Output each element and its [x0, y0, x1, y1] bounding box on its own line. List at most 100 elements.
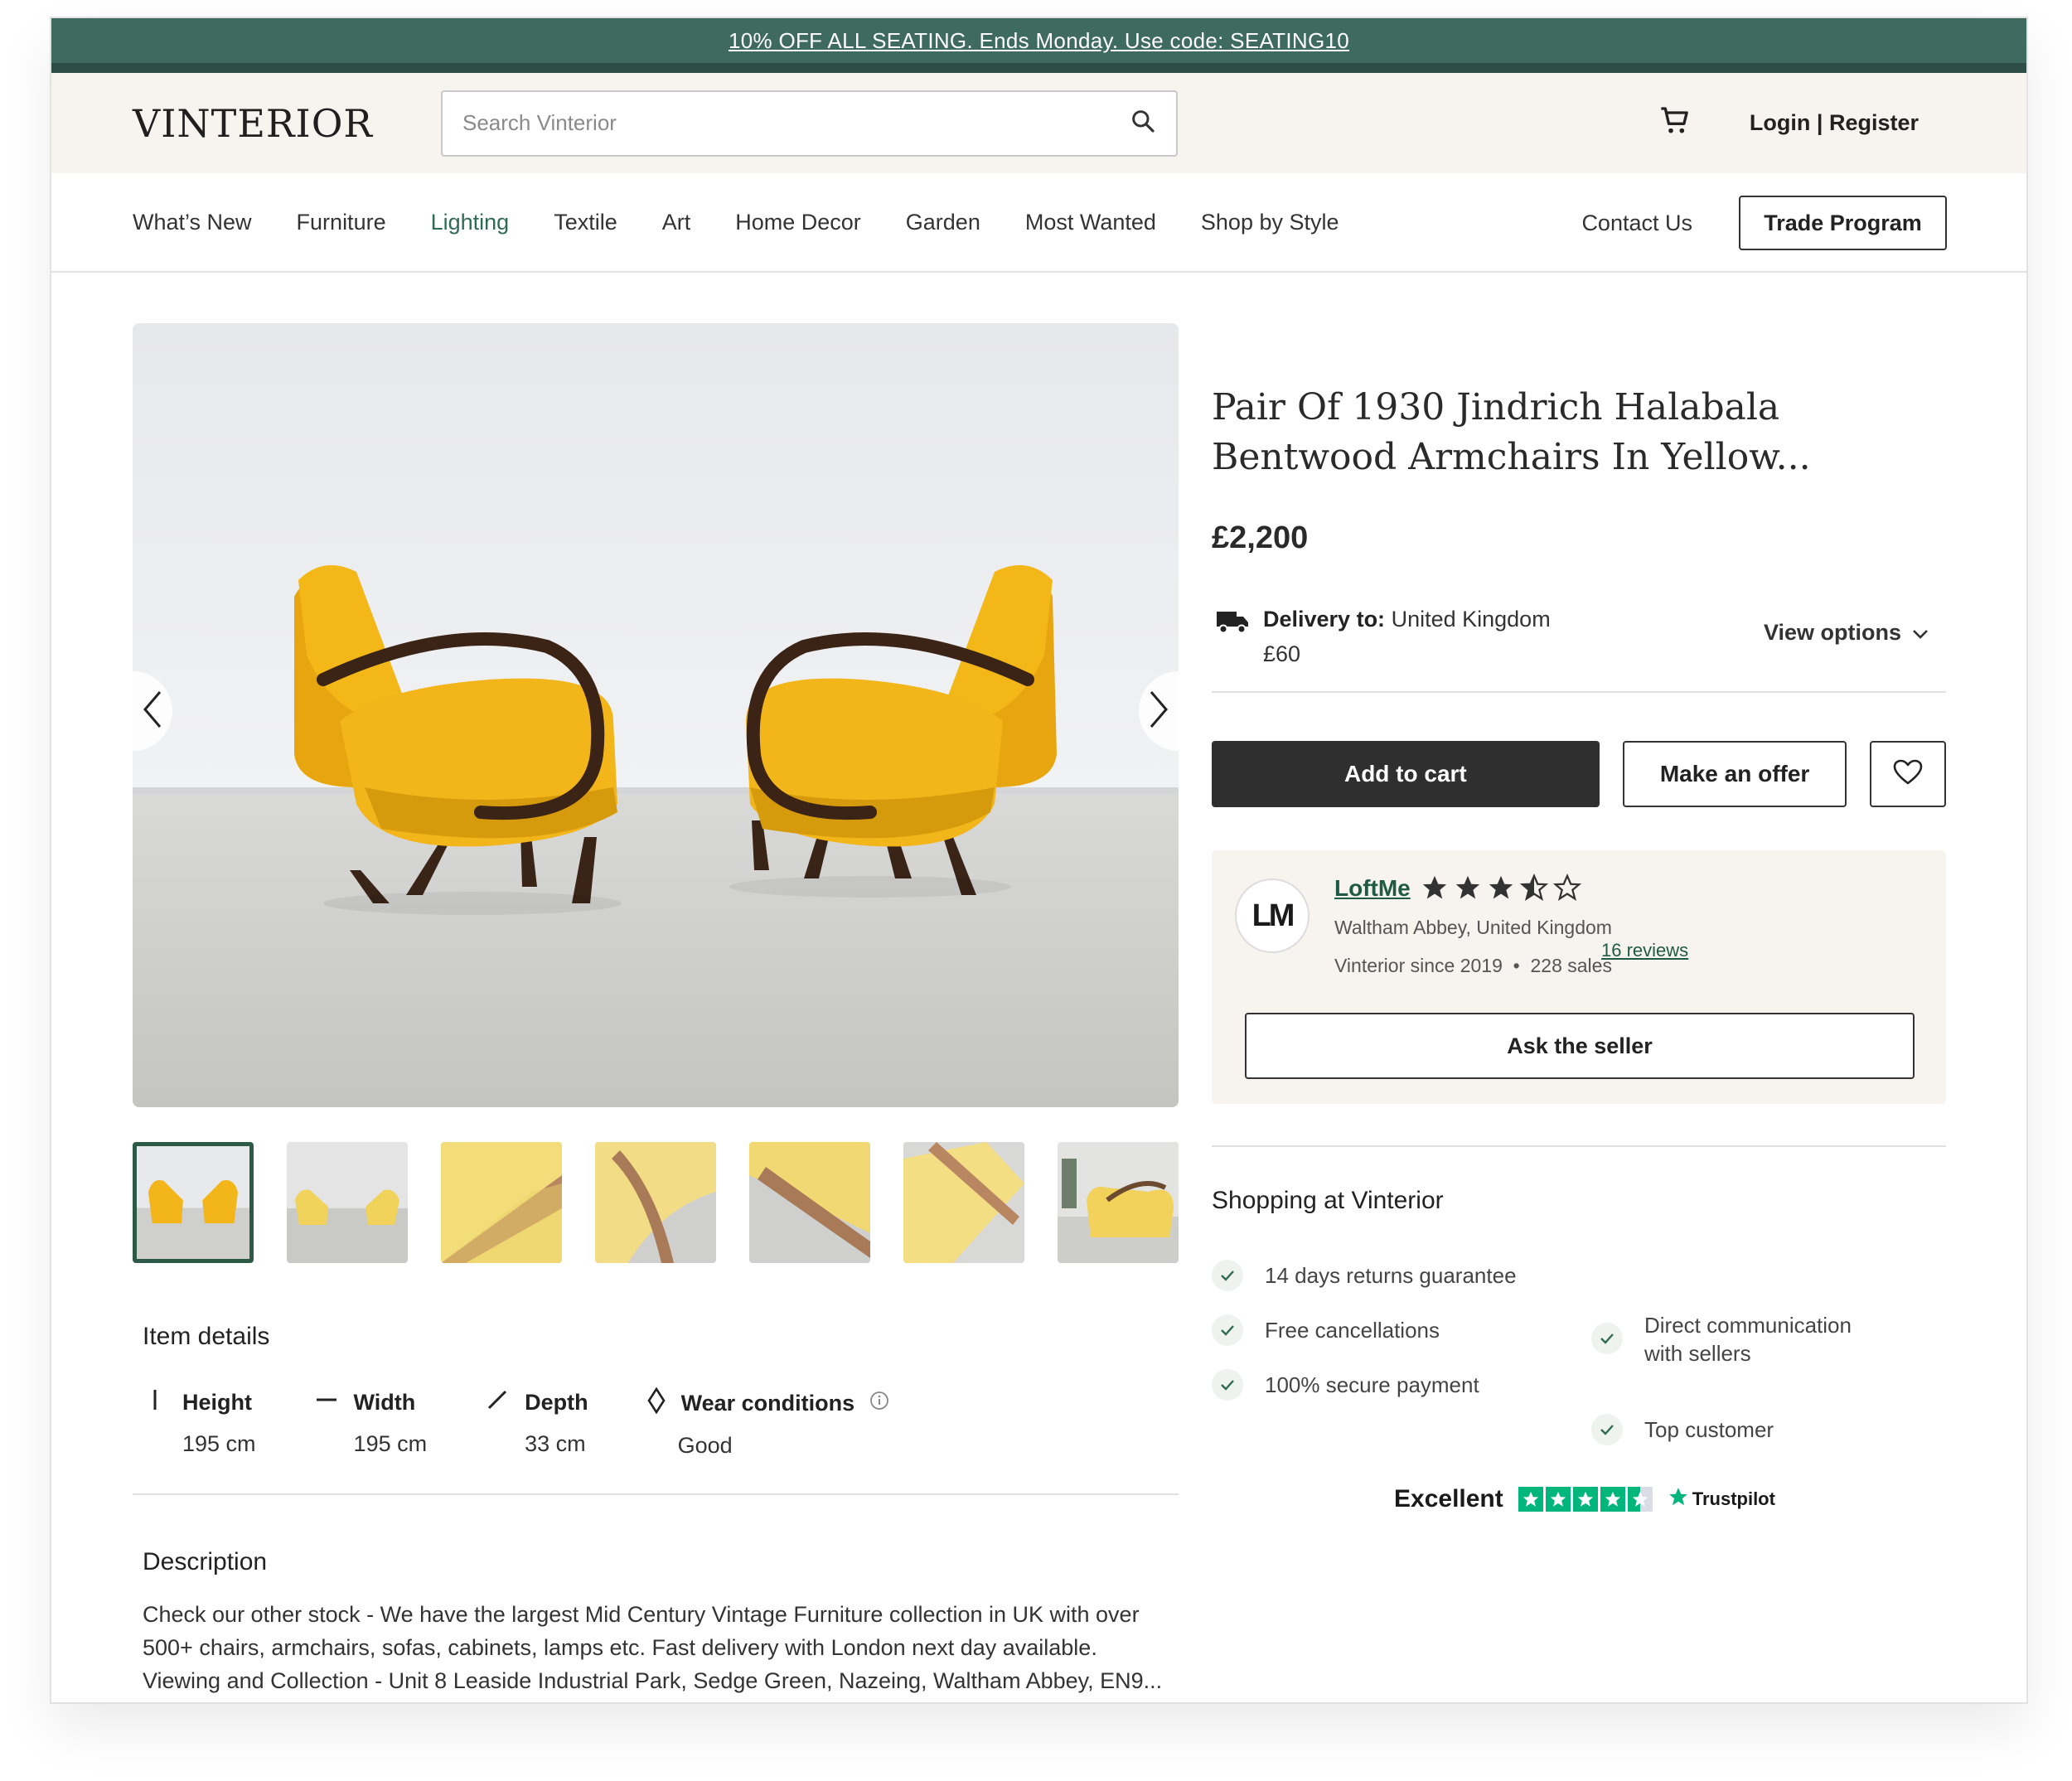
- star-half-icon: [1519, 873, 1549, 906]
- detail-height: Height 195 cm: [143, 1387, 256, 1459]
- delivery-info: Delivery to: United Kingdom £60 View opt…: [1212, 602, 1946, 693]
- details-divider: [133, 1493, 1179, 1495]
- view-options-button[interactable]: View options: [1764, 620, 1929, 646]
- nav-item-shop-by-style[interactable]: Shop by Style: [1201, 210, 1339, 235]
- product-photo: [133, 323, 1179, 1107]
- delivery-truck-icon: [1215, 607, 1250, 641]
- perk-cancellations: Free cancellations: [1212, 1314, 1440, 1346]
- perk-top-customer: Top customer: [1591, 1414, 1774, 1445]
- nav-item-whats-new[interactable]: What’s New: [133, 210, 252, 235]
- favourite-button[interactable]: [1870, 741, 1946, 807]
- width-value: 195 cm: [353, 1431, 428, 1456]
- thumbnail-1[interactable]: [133, 1142, 254, 1263]
- depth-value: 33 cm: [525, 1431, 586, 1456]
- nav-item-art[interactable]: Art: [662, 210, 691, 235]
- star-half-icon: [1627, 1487, 1653, 1512]
- search-box[interactable]: [441, 90, 1178, 157]
- check-icon: [1212, 1260, 1243, 1291]
- trustpilot-star-icon: [1668, 1486, 1689, 1512]
- heart-icon: [1893, 759, 1923, 790]
- nav-item-lighting[interactable]: Lighting: [431, 210, 510, 235]
- thumbnail-3[interactable]: [441, 1142, 562, 1263]
- width-label: Width: [353, 1390, 416, 1415]
- main-nav: What’s New Furniture Lighting Textile Ar…: [51, 173, 2026, 273]
- site-logo[interactable]: VINTERIOR: [133, 101, 441, 146]
- trustpilot-brand-label: Trustpilot: [1692, 1488, 1775, 1509]
- nav-item-textile[interactable]: Textile: [554, 210, 617, 235]
- check-icon: [1212, 1314, 1243, 1346]
- delivery-destination: Delivery to: United Kingdom: [1263, 607, 1551, 632]
- check-icon: [1591, 1414, 1623, 1445]
- nav-item-garden[interactable]: Garden: [906, 210, 980, 235]
- thumbnail-2[interactable]: [287, 1142, 408, 1263]
- nav-right: Contact Us Trade Program: [1581, 173, 1947, 273]
- star-full-icon: [1421, 874, 1449, 906]
- product-image-gallery[interactable]: [133, 323, 1179, 1107]
- star-empty-icon: [1552, 873, 1582, 906]
- depth-icon: [485, 1387, 510, 1418]
- seller-card: LM LoftMe Waltham Abbey, United Kingdom …: [1212, 850, 1946, 1104]
- star-icon: [1545, 1487, 1571, 1512]
- browser-page: 10% OFF ALL SEATING. Ends Monday. Use co…: [50, 17, 2028, 1704]
- seller-rating: [1421, 873, 1582, 906]
- delivery-cost: £60: [1263, 641, 1301, 666]
- diamond-icon: [646, 1387, 666, 1420]
- trustpilot-widget[interactable]: Excellent Trustpilot: [1394, 1485, 1775, 1513]
- trustpilot-stars: [1518, 1487, 1653, 1512]
- height-label: Height: [182, 1390, 252, 1415]
- site-header: VINTERIOR Login | Register: [51, 73, 2026, 173]
- seller-reviews-link[interactable]: 16 reviews: [1601, 940, 1688, 961]
- star-icon: [1572, 1487, 1598, 1512]
- ask-seller-button[interactable]: Ask the seller: [1245, 1013, 1915, 1079]
- thumbnail-4[interactable]: [595, 1142, 716, 1263]
- contact-us-link[interactable]: Contact Us: [1581, 211, 1692, 236]
- thumbnail-7[interactable]: [1058, 1142, 1179, 1263]
- seller-avatar[interactable]: LM: [1235, 878, 1310, 953]
- wear-value: Good: [677, 1433, 733, 1458]
- description-text: Check our other stock - We have the larg…: [143, 1602, 1163, 1693]
- description-title: Description: [143, 1548, 268, 1575]
- nav-item-most-wanted[interactable]: Most Wanted: [1025, 210, 1156, 235]
- shopping-divider: [1212, 1145, 1946, 1147]
- add-to-cart-button[interactable]: Add to cart: [1212, 741, 1600, 807]
- perk-secure-label: 100% secure payment: [1265, 1372, 1479, 1397]
- thumbnail-6[interactable]: [903, 1142, 1024, 1263]
- detail-depth: Depth 33 cm: [485, 1387, 588, 1459]
- nav-item-furniture[interactable]: Furniture: [297, 210, 386, 235]
- star-icon: [1600, 1487, 1625, 1512]
- chevron-down-icon: [1911, 620, 1929, 646]
- trade-program-button[interactable]: Trade Program: [1739, 196, 1947, 250]
- chevron-left-icon: [142, 689, 163, 734]
- cart-icon[interactable]: [1658, 104, 1692, 142]
- shopping-title: Shopping at Vinterior: [1212, 1187, 1444, 1214]
- perk-secure-payment: 100% secure payment: [1212, 1369, 1479, 1401]
- seller-since-text: Vinterior since 2019: [1334, 955, 1503, 976]
- info-icon[interactable]: [869, 1391, 889, 1416]
- width-icon: [314, 1387, 339, 1418]
- product-price: £2,200: [1212, 520, 1309, 555]
- search-icon[interactable]: [1130, 108, 1156, 138]
- nav-item-home-decor[interactable]: Home Decor: [735, 210, 861, 235]
- product-title: Pair Of 1930 Jindrich Halabala Bentwood …: [1212, 386, 1811, 478]
- perk-cancellations-label: Free cancellations: [1265, 1318, 1440, 1343]
- login-register-link[interactable]: Login | Register: [1750, 110, 1919, 136]
- height-value: 195 cm: [182, 1431, 256, 1456]
- star-full-icon: [1454, 874, 1482, 906]
- perk-returns-label: 14 days returns guarantee: [1265, 1263, 1517, 1288]
- wear-label: Wear conditions: [680, 1391, 855, 1416]
- header-actions: Login | Register: [1658, 73, 1919, 173]
- star-full-icon: [1487, 874, 1515, 906]
- seller-name-link[interactable]: LoftMe: [1334, 875, 1411, 902]
- thumbnail-5[interactable]: [749, 1142, 870, 1263]
- make-offer-button[interactable]: Make an offer: [1622, 741, 1847, 807]
- promo-link[interactable]: 10% OFF ALL SEATING. Ends Monday. Use co…: [729, 28, 1349, 54]
- delivery-country: United Kingdom: [1391, 607, 1551, 632]
- seller-logo: LM: [1251, 898, 1295, 933]
- perk-communication: Direct communication with sellers: [1591, 1311, 1890, 1367]
- star-icon: [1518, 1487, 1543, 1512]
- seller-since: Vinterior since 2019 • 228 sales: [1334, 955, 1612, 976]
- item-details-title: Item details: [143, 1323, 270, 1350]
- search-input[interactable]: [462, 110, 1092, 136]
- detail-width: Width 195 cm: [314, 1387, 428, 1459]
- view-options-label: View options: [1763, 620, 1901, 645]
